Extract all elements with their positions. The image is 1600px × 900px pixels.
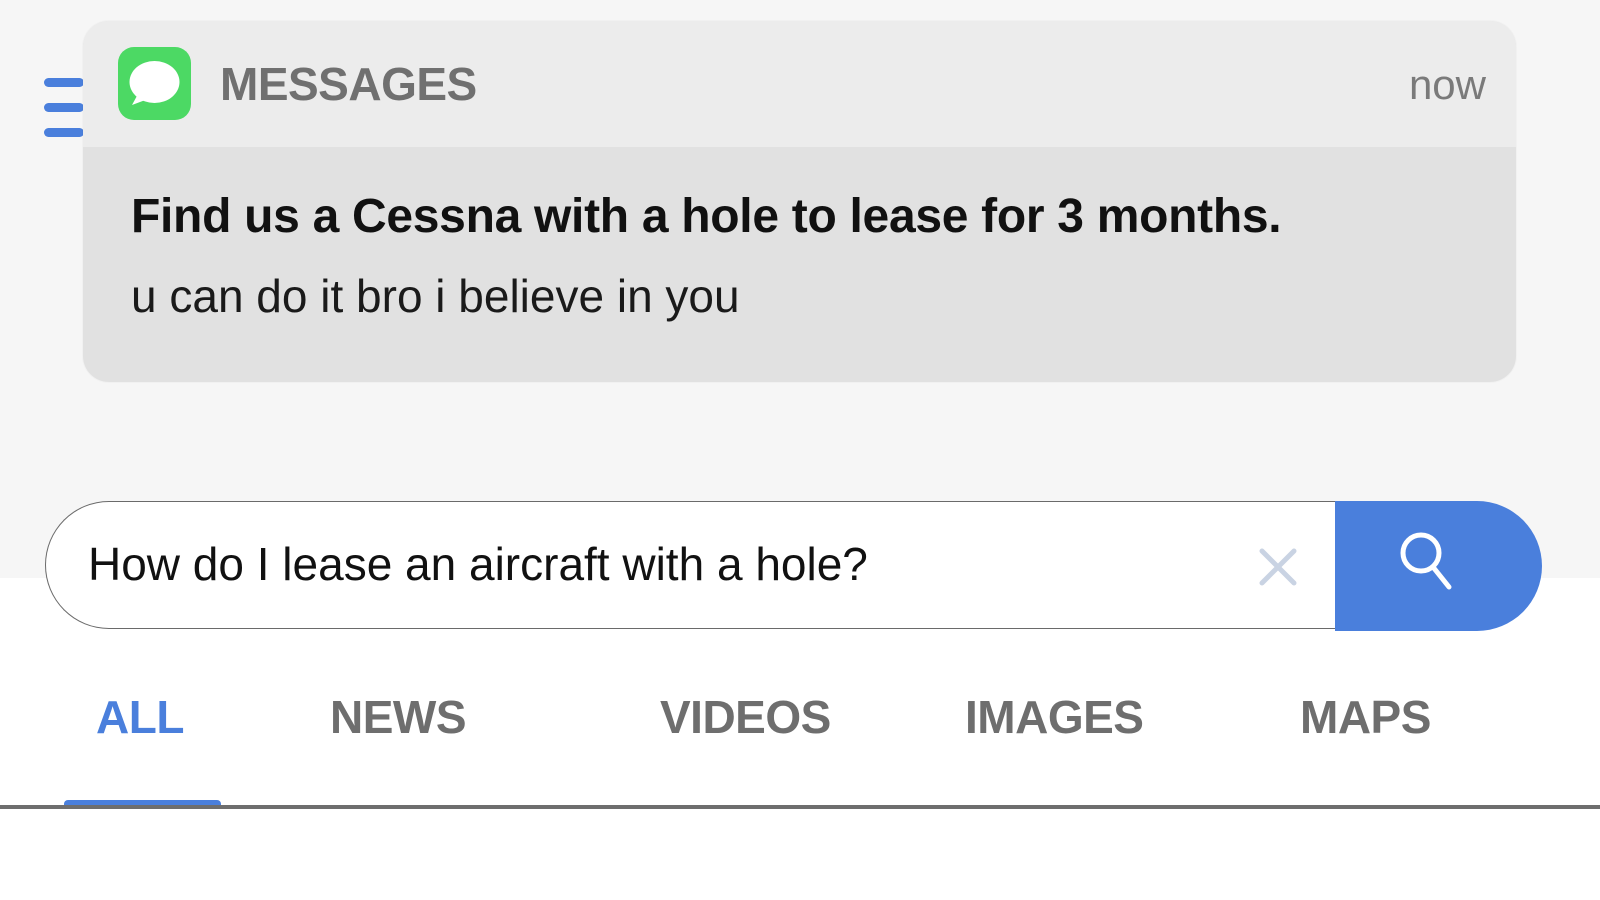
search-button[interactable] [1335,501,1542,631]
hamburger-line [44,103,84,112]
notification-time: now [1408,61,1486,108]
close-icon[interactable] [1259,548,1297,586]
tab-videos[interactable]: VIDEOS [660,690,831,744]
search-icon [1400,532,1452,590]
hamburger-line [44,128,84,137]
tab-all[interactable]: ALL [96,690,184,744]
tab-news[interactable]: NEWS [330,690,467,744]
search-field [45,501,1335,629]
hamburger-menu-icon[interactable] [44,78,84,142]
tab-images[interactable]: IMAGES [965,690,1144,744]
search-tabs: ALL NEWS VIDEOS IMAGES MAPS [0,680,1600,810]
notification-app-name: MESSAGES [220,58,477,110]
search-bar [45,501,1542,631]
notification-body: u can do it bro i believe in you [131,270,740,322]
notification-header: MESSAGES now [83,21,1516,147]
notification-title: Find us a Cessna with a hole to lease fo… [131,190,1282,243]
messages-bubble-icon [118,47,191,120]
hamburger-line [44,78,84,87]
page: MESSAGES now Find us a Cessna with a hol… [0,0,1600,900]
tab-maps[interactable]: MAPS [1300,690,1431,744]
search-input[interactable] [88,532,1208,596]
message-notification[interactable]: MESSAGES now Find us a Cessna with a hol… [83,21,1516,382]
tabs-divider [0,805,1600,809]
